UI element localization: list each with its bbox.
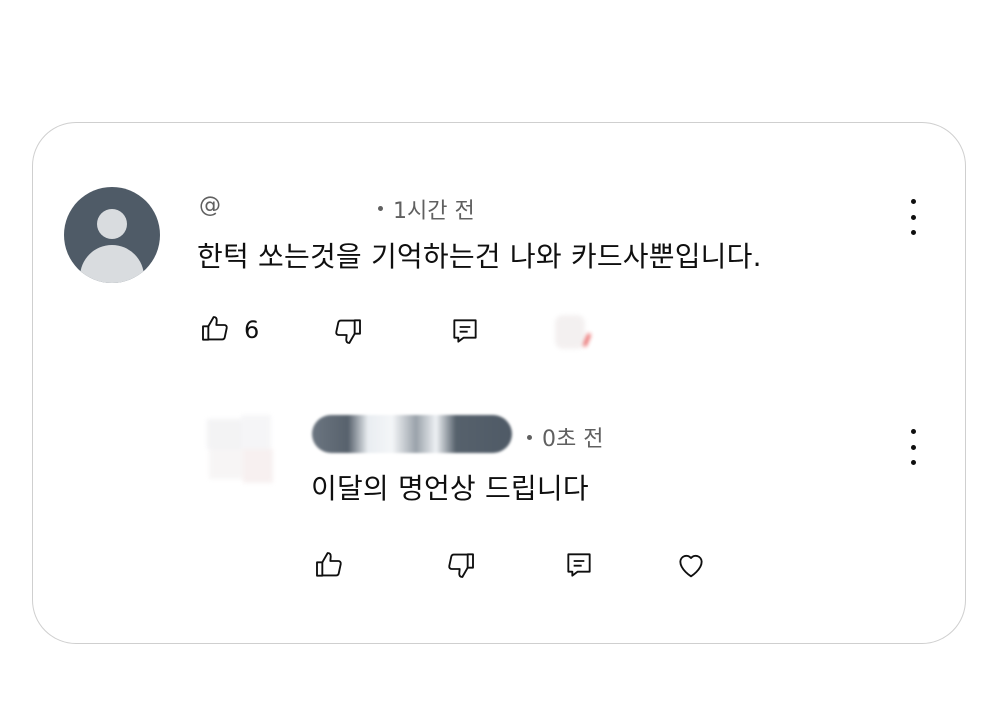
thumb-up-icon <box>202 316 228 341</box>
thumb-up-icon <box>316 552 342 577</box>
more-vertical-icon-dot <box>910 444 916 450</box>
reply-icon <box>567 553 591 577</box>
reply-more-actions-button[interactable] <box>903 429 923 465</box>
reply-button[interactable] <box>447 313 483 349</box>
reply-avatar[interactable] <box>203 413 277 487</box>
thumb-down-icon <box>335 319 361 344</box>
more-vertical-icon <box>910 199 916 204</box>
reply-author-redacted[interactable] <box>312 415 512 453</box>
dislike-button[interactable] <box>330 313 366 349</box>
reply-dislike-button[interactable] <box>443 547 479 583</box>
reply-timestamp[interactable]: 0초 전 <box>542 421 603 453</box>
meta-separator-dot <box>527 435 532 440</box>
avatar-body-shape <box>80 245 144 283</box>
reply-text: 이달의 명언상 드립니다 <box>311 472 589 505</box>
reply-icon <box>453 319 477 343</box>
heart-button[interactable] <box>673 547 709 583</box>
more-vertical-icon-dot <box>910 460 916 465</box>
reply-reply-button[interactable] <box>561 547 597 583</box>
like-count: 6 <box>244 316 260 344</box>
more-actions-button[interactable] <box>903 199 923 235</box>
comment-text: 한턱 쏘는것을 기억하는건 나와 카드사뿐입니다. <box>197 240 762 273</box>
reply-like-button[interactable] <box>311 547 347 583</box>
more-vertical-icon-dot <box>910 214 916 220</box>
comment-card: @ 1시간 전 한턱 쏘는것을 기억하는건 나와 카드사뿐입니다. 6 0초 전… <box>32 122 966 644</box>
commenter-handle[interactable]: @ <box>199 193 221 218</box>
more-vertical-icon-dot <box>910 230 916 235</box>
like-button[interactable] <box>197 311 233 347</box>
more-vertical-icon <box>910 429 916 434</box>
heart-icon <box>679 554 703 578</box>
commenter-avatar[interactable] <box>64 187 160 283</box>
comment-timestamp[interactable]: 1시간 전 <box>393 193 475 225</box>
avatar-head-shape <box>97 209 127 239</box>
thumb-down-icon <box>448 553 474 578</box>
redacted-creator-heart <box>553 313 593 353</box>
meta-separator-dot <box>378 206 383 211</box>
